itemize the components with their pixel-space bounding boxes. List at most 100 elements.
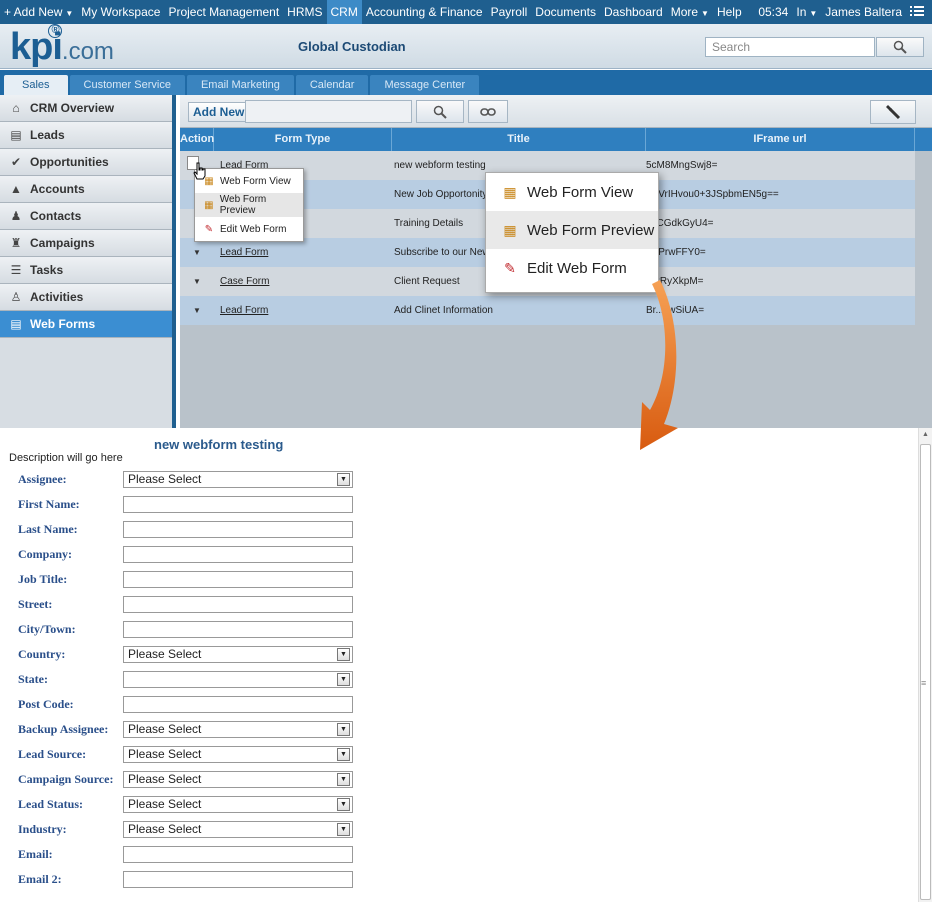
lead-source-select[interactable]: Please Select ▼ xyxy=(123,746,353,763)
sidebar-item-accounts[interactable]: ▲ Accounts xyxy=(0,176,172,203)
nav-payroll[interactable]: Payroll xyxy=(487,0,532,24)
assignee-select[interactable]: Please Select ▼ xyxy=(123,471,353,488)
add-new-button[interactable]: Add New xyxy=(188,102,250,122)
row-action-toggle[interactable]: ▼ xyxy=(180,277,214,286)
backup-assignee-select[interactable]: Please Select ▼ xyxy=(123,721,353,738)
sidebar-item-activities[interactable]: ♙ Activities xyxy=(0,284,172,311)
country-select[interactable]: Please Select ▼ xyxy=(123,646,353,663)
document-icon: ▤ xyxy=(10,128,22,142)
callout-item-web-form-preview[interactable]: ▦ Web Form Preview xyxy=(486,211,658,249)
field-label: Email: xyxy=(18,847,53,861)
sidebar-item-opportunities[interactable]: ✔ Opportunities xyxy=(0,149,172,176)
city-input[interactable] xyxy=(123,621,353,638)
callout-item-web-form-view[interactable]: ▦ Web Form View xyxy=(486,173,658,211)
nav-add-new[interactable]: + Add New ▼ xyxy=(0,0,77,24)
form-description: Description will go here xyxy=(9,452,123,464)
vertical-scrollbar[interactable]: ▲ ≡ xyxy=(918,428,932,902)
tab-calendar[interactable]: Calendar xyxy=(295,75,369,95)
email-2-input[interactable] xyxy=(123,871,353,888)
email-input[interactable] xyxy=(123,846,353,863)
attendance-status-label: In xyxy=(796,5,807,19)
grid-search-input[interactable] xyxy=(245,100,412,123)
chevron-down-icon: ▼ xyxy=(809,9,818,18)
scroll-up-icon[interactable]: ▲ xyxy=(922,431,929,438)
lead-status-select[interactable]: Please Select ▼ xyxy=(123,796,353,813)
nav-accounting-finance[interactable]: Accounting & Finance xyxy=(362,0,487,24)
sidebar-item-label: Activities xyxy=(30,290,84,304)
first-name-input[interactable] xyxy=(123,496,353,513)
street-input[interactable] xyxy=(123,596,353,613)
tab-customer-service[interactable]: Customer Service xyxy=(69,75,185,95)
sidebar-item-campaigns[interactable]: ♜ Campaigns xyxy=(0,230,172,257)
tab-email-marketing[interactable]: Email Marketing xyxy=(186,75,294,95)
select-value: Please Select xyxy=(128,647,202,661)
nav-crm[interactable]: CRM xyxy=(326,0,362,24)
nav-my-workspace[interactable]: My Workspace xyxy=(77,0,164,24)
nav-documents[interactable]: Documents xyxy=(531,0,600,24)
scrollbar-thumb[interactable] xyxy=(920,444,931,900)
nav-more[interactable]: More ▼ xyxy=(667,0,713,24)
form-field-campaign-source: Campaign Source: Please Select ▼ xyxy=(0,768,400,793)
chevron-down-icon: ▼ xyxy=(65,9,74,18)
form-type-link[interactable]: Lead Form xyxy=(214,247,388,258)
menu-item-web-form-view[interactable]: ▦ Web Form View xyxy=(195,169,303,193)
row-action-toggle[interactable]: ▼ xyxy=(180,306,214,315)
nav-project-management[interactable]: Project Management xyxy=(164,0,283,24)
clock-time: 05:34 xyxy=(758,5,789,19)
link-button[interactable] xyxy=(468,100,508,123)
dropdown-arrow-icon: ▼ xyxy=(337,823,350,836)
menu-list-icon[interactable] xyxy=(910,5,924,20)
tab-message-center[interactable]: Message Center xyxy=(370,75,480,95)
state-select[interactable]: ▼ xyxy=(123,671,353,688)
last-name-input[interactable] xyxy=(123,521,353,538)
action-menu-callout: ▦ Web Form View ▦ Web Form Preview ✎ Edit W… xyxy=(485,172,659,293)
menu-item-label: Web Form Preview xyxy=(527,221,655,239)
attendance-status[interactable]: In ▼ xyxy=(796,5,817,19)
post-code-input[interactable] xyxy=(123,696,353,713)
form-type-link[interactable]: Lead Form xyxy=(214,305,388,316)
sidebar-item-tasks[interactable]: ☰ Tasks xyxy=(0,257,172,284)
web-form-preview: new webform testing Description will go … xyxy=(0,428,918,902)
menu-item-edit-web-form[interactable]: ✎ Edit Web Form xyxy=(195,217,303,241)
settings-button[interactable] xyxy=(870,100,916,124)
column-header-iframe-url[interactable]: IFrame url xyxy=(646,128,915,151)
dropdown-arrow-icon: ▼ xyxy=(337,723,350,736)
top-navigation-bar: + Add New ▼ My Workspace Project Manageme… xyxy=(0,0,932,24)
menu-item-label: Web Form View xyxy=(527,183,634,201)
search-button[interactable] xyxy=(876,37,924,57)
sidebar-item-crm-overview[interactable]: ⌂ CRM Overview xyxy=(0,95,172,122)
nav-add-new-label: + Add New xyxy=(4,5,63,19)
table-row[interactable]: ▼ Lead Form Add Clinet Information Br..H… xyxy=(180,296,915,325)
sidebar-item-contacts[interactable]: ♟ Contacts xyxy=(0,203,172,230)
sidebar-item-leads[interactable]: ▤ Leads xyxy=(0,122,172,149)
job-title-input[interactable] xyxy=(123,571,353,588)
grid-header: Action Form Type Title IFrame url xyxy=(180,128,932,151)
sidebar-item-web-forms[interactable]: ▤ Web Forms xyxy=(0,311,172,338)
tab-sales[interactable]: Sales xyxy=(4,75,68,95)
home-icon: ⌂ xyxy=(12,101,20,115)
industry-select[interactable]: Please Select ▼ xyxy=(123,821,353,838)
user-name[interactable]: James Baltera xyxy=(825,5,902,19)
nav-dashboard[interactable]: Dashboard xyxy=(600,0,667,24)
nav-help[interactable]: Help xyxy=(713,0,746,24)
campaign-source-select[interactable]: Please Select ▼ xyxy=(123,771,353,788)
grid-search-button[interactable] xyxy=(416,100,464,123)
column-header-action[interactable]: Action xyxy=(180,128,214,151)
field-label: Job Title: xyxy=(18,572,68,586)
field-label: Campaign Source: xyxy=(18,772,114,786)
column-header-form-type[interactable]: Form Type xyxy=(214,128,392,151)
search-input[interactable]: Search xyxy=(705,37,875,57)
sidebar-item-label: Campaigns xyxy=(30,236,95,250)
field-label: Post Code: xyxy=(18,697,74,711)
column-header-title[interactable]: Title xyxy=(392,128,646,151)
kpi-logo[interactable]: kpi.com ® xyxy=(10,24,114,69)
form-field-email: Email: xyxy=(0,843,400,868)
logo-mark: ® xyxy=(48,24,62,38)
nav-hrms[interactable]: HRMS xyxy=(283,0,326,24)
sidebar-item-label: CRM Overview xyxy=(30,101,115,115)
row-action-toggle[interactable]: ▼ xyxy=(180,248,214,257)
form-field-state: State: ▼ xyxy=(0,668,400,693)
form-type-link[interactable]: Case Form xyxy=(214,276,388,287)
company-input[interactable] xyxy=(123,546,353,563)
menu-item-web-form-preview[interactable]: ▦ Web Form Preview xyxy=(195,193,303,217)
